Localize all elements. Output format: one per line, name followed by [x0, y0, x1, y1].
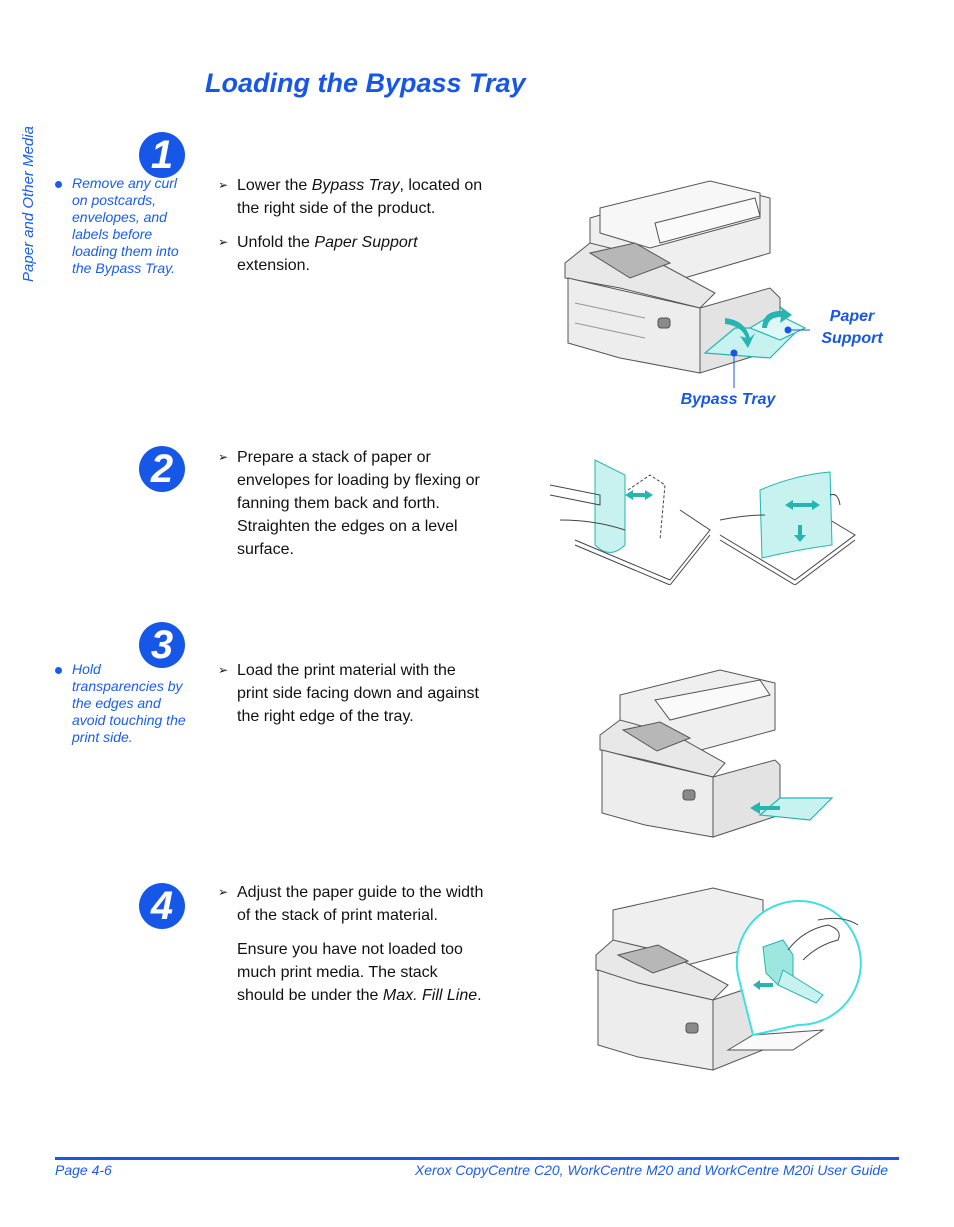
- step-3-note-text: Hold transparencies by the edges and avo…: [72, 661, 186, 745]
- bullet-icon: [55, 667, 62, 674]
- max-fill-note: Ensure you have not loaded too much prin…: [237, 941, 482, 1004]
- step-2-badge: 2: [139, 446, 185, 492]
- step-3-instructions: ➢ Load the print material with the print …: [218, 659, 488, 739]
- arrow-bullet-icon: ➢: [218, 663, 229, 677]
- fanning-paper-left: [550, 459, 711, 585]
- side-tab-label: Paper and Other Media: [20, 126, 37, 282]
- magnified-detail-circle: [735, 900, 862, 1037]
- arrow-bullet-icon: ➢: [218, 450, 229, 464]
- double-arrow-icon: [625, 490, 653, 500]
- step-2-instructions: ➢ Prepare a stack of paper or envelopes f…: [218, 446, 488, 572]
- step-2-figure: [550, 450, 860, 585]
- step-1-note-text: Remove any curl on postcards, envelopes,…: [72, 175, 179, 276]
- paper-support-callout: Paper Support: [821, 308, 883, 347]
- instruction: ➢ Prepare a stack of paper or envelopes f…: [218, 446, 488, 561]
- arrow-bullet-icon: ➢: [218, 885, 229, 899]
- bypass-tray-callout: Bypass Tray: [680, 391, 776, 408]
- step-1-badge: 1: [139, 132, 185, 178]
- step-4-figure: [588, 885, 873, 1080]
- guide-title: Xerox CopyCentre C20, WorkCentre M20 and…: [414, 1162, 888, 1178]
- step-1-note: Remove any curl on postcards, envelopes,…: [55, 175, 195, 277]
- side-tab: Paper and Other Media: [18, 82, 40, 282]
- bullet-icon: [55, 181, 62, 188]
- arrow-bullet-icon: ➢: [218, 178, 229, 192]
- copier-illustration: [599, 669, 781, 838]
- arrow-bullet-icon: ➢: [218, 235, 229, 249]
- page-title: Loading the Bypass Tray: [205, 68, 526, 98]
- instruction: ➢ Adjust the paper guide to the width of …: [218, 881, 488, 927]
- step-4-badge: 4: [139, 883, 185, 929]
- instruction: ➢ Unfold the Paper Support extension.: [218, 231, 488, 277]
- step-1-figure: [560, 178, 810, 388]
- page-number: Page 4-6: [55, 1162, 112, 1178]
- straightening-paper-right: [719, 471, 856, 585]
- step-3-figure: [595, 665, 835, 845]
- instruction: ➢ Load the print material with the print …: [218, 659, 488, 728]
- step-3-note: Hold transparencies by the edges and avo…: [55, 661, 195, 746]
- step-1-instructions: ➢ Lower the Bypass Tray, located on the r…: [218, 174, 488, 288]
- footer-rule: [55, 1157, 899, 1160]
- step-4-instructions: ➢ Adjust the paper guide to the width of …: [218, 881, 488, 1007]
- instruction: ➢ Lower the Bypass Tray, located on the r…: [218, 174, 488, 220]
